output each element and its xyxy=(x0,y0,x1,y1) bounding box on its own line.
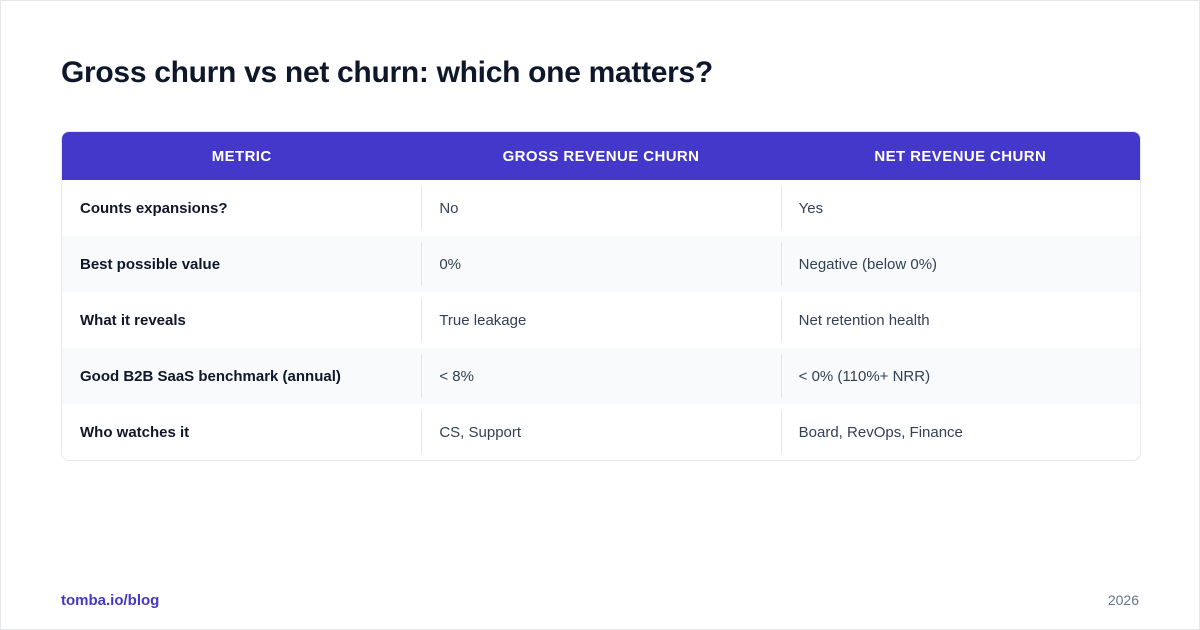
net-churn-cell: Net retention health xyxy=(780,292,1140,348)
net-churn-cell: < 0% (110%+ NRR) xyxy=(780,348,1140,404)
table-row: Best possible value 0% Negative (below 0… xyxy=(62,236,1140,292)
metric-cell: Counts expansions? xyxy=(80,199,228,217)
metric-cell: Who watches it xyxy=(80,423,190,441)
table-row: Who watches it CS, Support Board, RevOps… xyxy=(62,404,1140,460)
header-net-revenue-churn: NET REVENUE CHURN xyxy=(874,147,1047,165)
net-churn-cell: Negative (below 0%) xyxy=(780,236,1140,292)
table-row: Counts expansions? No Yes xyxy=(62,180,1140,236)
page-title: Gross churn vs net churn: which one matt… xyxy=(61,56,713,89)
table-header: METRIC GROSS REVENUE CHURN NET REVENUE C… xyxy=(62,132,1140,180)
blog-link[interactable]: tomba.io/blog xyxy=(61,592,159,609)
net-churn-cell: Yes xyxy=(780,180,1140,236)
footer-year: 2026 xyxy=(1107,592,1139,608)
table-row: Good B2B SaaS benchmark (annual) < 8% < … xyxy=(62,348,1140,404)
gross-churn-cell: 0% xyxy=(421,236,780,292)
table-row: What it reveals True leakage Net retenti… xyxy=(62,292,1140,348)
comparison-table: METRIC GROSS REVENUE CHURN NET REVENUE C… xyxy=(61,131,1141,461)
header-gross-revenue-churn: GROSS REVENUE CHURN xyxy=(502,147,700,165)
metric-cell: Best possible value xyxy=(80,255,221,273)
net-churn-cell: Board, RevOps, Finance xyxy=(780,404,1140,460)
gross-churn-cell: < 8% xyxy=(421,348,780,404)
blog-card: Gross churn vs net churn: which one matt… xyxy=(0,0,1200,630)
metric-cell: Good B2B SaaS benchmark (annual) xyxy=(80,367,341,385)
gross-churn-cell: CS, Support xyxy=(421,404,780,460)
gross-churn-cell: True leakage xyxy=(421,292,780,348)
gross-churn-cell: No xyxy=(421,180,780,236)
header-metric: METRIC xyxy=(211,147,272,165)
metric-cell: What it reveals xyxy=(80,311,186,329)
